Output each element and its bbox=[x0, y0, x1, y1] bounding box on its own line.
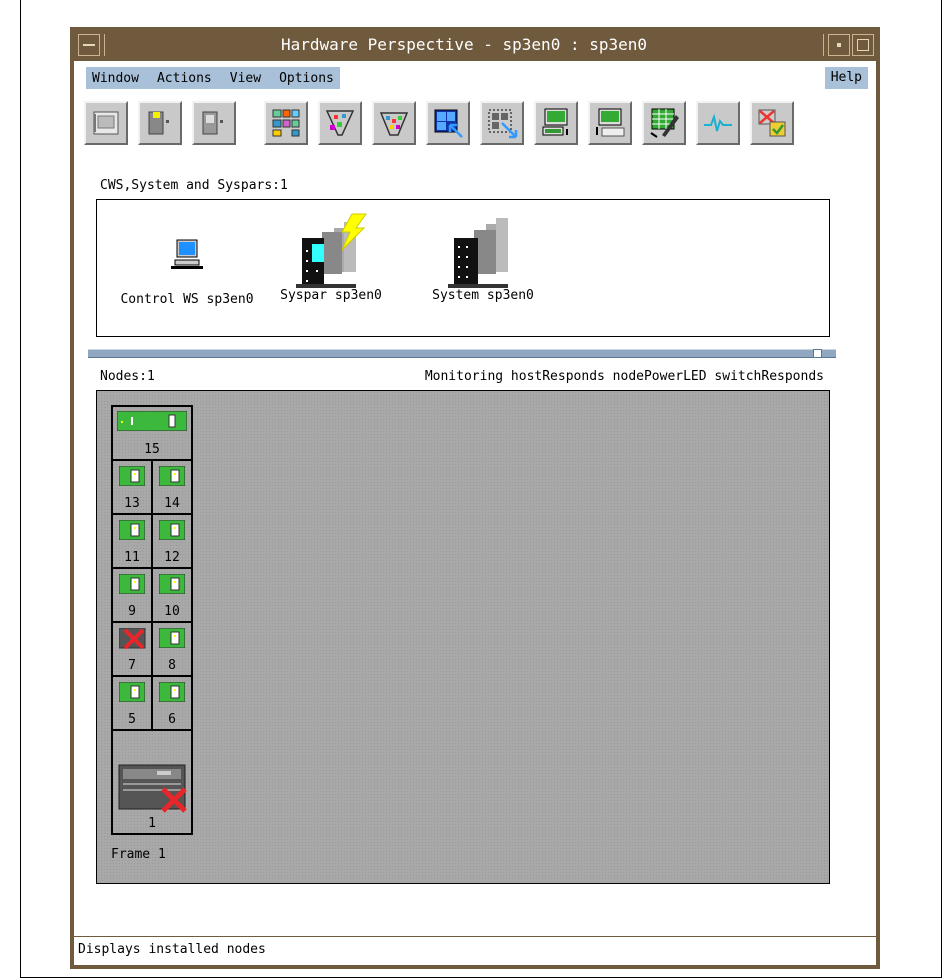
open-icon bbox=[93, 111, 119, 135]
node-11[interactable]: 11 bbox=[112, 514, 152, 568]
node-led-icon bbox=[119, 520, 145, 540]
menu-window[interactable]: Window bbox=[92, 71, 139, 86]
syspar-item[interactable]: Syspar sp3en0 bbox=[267, 210, 395, 303]
monitoring-label: Monitoring hostResponds nodePowerLED swi… bbox=[424, 369, 824, 384]
node-number: 11 bbox=[124, 550, 140, 565]
select-all-button[interactable] bbox=[426, 101, 470, 145]
node-number: 5 bbox=[128, 712, 136, 727]
node-led-icon bbox=[119, 574, 145, 594]
layout-icon bbox=[272, 109, 300, 137]
node-5[interactable]: 5 bbox=[112, 676, 152, 730]
node-number: 14 bbox=[164, 496, 180, 511]
control-ws-item[interactable]: Control WS sp3en0 bbox=[107, 234, 267, 307]
filter-set-button[interactable] bbox=[372, 101, 416, 145]
nodes-pane[interactable]: 15 13 14 11 12 9 10 7 8 5 6 1 Frame 1 bbox=[96, 390, 830, 884]
syspar-item-label: Syspar sp3en0 bbox=[280, 288, 382, 303]
node-8[interactable]: 8 bbox=[152, 622, 192, 676]
hardware-perspective-window: Hardware Perspective - sp3en0 : sp3en0 W… bbox=[70, 27, 880, 969]
workstation-icon bbox=[171, 239, 203, 269]
menu-group: Window Actions View Options bbox=[86, 67, 340, 89]
pane-sash[interactable] bbox=[88, 349, 836, 358]
sash-handle[interactable] bbox=[813, 349, 822, 358]
node-error-icon bbox=[119, 628, 146, 650]
status-bar: Displays installed nodes bbox=[74, 936, 876, 965]
node-button[interactable] bbox=[192, 101, 236, 145]
node-1[interactable]: 1 bbox=[112, 730, 192, 834]
node-number: 8 bbox=[168, 658, 176, 673]
command-button[interactable] bbox=[588, 101, 632, 145]
node-number: 7 bbox=[128, 658, 136, 673]
graph-icon bbox=[704, 113, 732, 132]
delete-icon bbox=[758, 109, 786, 137]
frame-1[interactable]: 15 13 14 11 12 9 10 7 8 5 6 1 bbox=[111, 405, 193, 835]
node-led-icon bbox=[159, 628, 185, 648]
minimize-button[interactable] bbox=[828, 34, 850, 56]
node-number: 13 bbox=[124, 496, 140, 511]
node-number: 6 bbox=[168, 712, 176, 727]
menu-actions[interactable]: Actions bbox=[157, 71, 212, 86]
command-icon bbox=[596, 108, 625, 137]
filter-icon bbox=[325, 110, 355, 136]
node-15[interactable]: 15 bbox=[112, 406, 192, 460]
node-number: 10 bbox=[164, 604, 180, 619]
toolbar bbox=[82, 101, 876, 147]
deselect-button[interactable] bbox=[480, 101, 524, 145]
window-title: Hardware Perspective - sp3en0 : sp3en0 bbox=[104, 34, 824, 56]
title-bar[interactable]: Hardware Perspective - sp3en0 : sp3en0 bbox=[74, 31, 876, 59]
monitor-icon bbox=[542, 108, 568, 136]
status-text: Displays installed nodes bbox=[78, 942, 266, 957]
client-area: Window Actions View Options Help CWS,Sys… bbox=[74, 61, 876, 965]
deselect-icon bbox=[488, 109, 518, 139]
maximize-button[interactable] bbox=[852, 34, 874, 56]
node-14[interactable]: 14 bbox=[152, 460, 192, 514]
syspar-icon bbox=[296, 213, 367, 288]
system-item[interactable]: System sp3en0 bbox=[419, 210, 547, 303]
menu-view[interactable]: View bbox=[230, 71, 261, 86]
node-led-icon bbox=[119, 466, 145, 486]
cws-header: CWS,System and Syspars:1 bbox=[100, 178, 288, 193]
node-led-icon bbox=[117, 411, 187, 431]
graph-button[interactable] bbox=[696, 101, 740, 145]
filter-button[interactable] bbox=[318, 101, 362, 145]
menu-bar: Window Actions View Options Help bbox=[74, 61, 876, 93]
cws-panel: Control WS sp3en0 Syspar sp3en0 System s… bbox=[96, 199, 830, 337]
filter-set-icon bbox=[379, 112, 409, 136]
node-7[interactable]: 7 bbox=[112, 622, 152, 676]
open-button[interactable] bbox=[84, 101, 128, 145]
node-led-icon bbox=[159, 682, 185, 702]
node-error-icon bbox=[118, 764, 187, 813]
node-10[interactable]: 10 bbox=[152, 568, 192, 622]
nodes-header: Nodes:1 bbox=[100, 369, 155, 384]
layout-button[interactable] bbox=[264, 101, 308, 145]
node-9[interactable]: 9 bbox=[112, 568, 152, 622]
node-13[interactable]: 13 bbox=[112, 460, 152, 514]
node-6[interactable]: 6 bbox=[152, 676, 192, 730]
system-icon bbox=[448, 218, 508, 288]
node-icon bbox=[202, 111, 223, 135]
system-item-label: System sp3en0 bbox=[432, 288, 534, 303]
node-led-icon bbox=[159, 520, 185, 540]
node-number: 9 bbox=[128, 604, 136, 619]
monitor-button[interactable] bbox=[534, 101, 578, 145]
node-led-icon bbox=[119, 682, 145, 702]
node-led-icon bbox=[159, 574, 185, 594]
frame-button[interactable] bbox=[138, 101, 182, 145]
table-edit-button[interactable] bbox=[642, 101, 686, 145]
delete-button[interactable] bbox=[750, 101, 794, 145]
select-all-icon bbox=[434, 109, 463, 138]
table-edit-icon bbox=[650, 108, 679, 138]
frame-icon bbox=[148, 111, 169, 135]
node-number: 1 bbox=[148, 816, 156, 831]
node-number: 15 bbox=[144, 442, 160, 457]
cws-item-label: Control WS sp3en0 bbox=[120, 292, 254, 307]
menu-help[interactable]: Help bbox=[824, 67, 868, 89]
window-menu-button[interactable] bbox=[78, 34, 100, 56]
node-12[interactable]: 12 bbox=[152, 514, 192, 568]
node-number: 12 bbox=[164, 550, 180, 565]
menu-options[interactable]: Options bbox=[279, 71, 334, 86]
node-led-icon bbox=[159, 466, 185, 486]
frame-label: Frame 1 bbox=[111, 847, 166, 862]
